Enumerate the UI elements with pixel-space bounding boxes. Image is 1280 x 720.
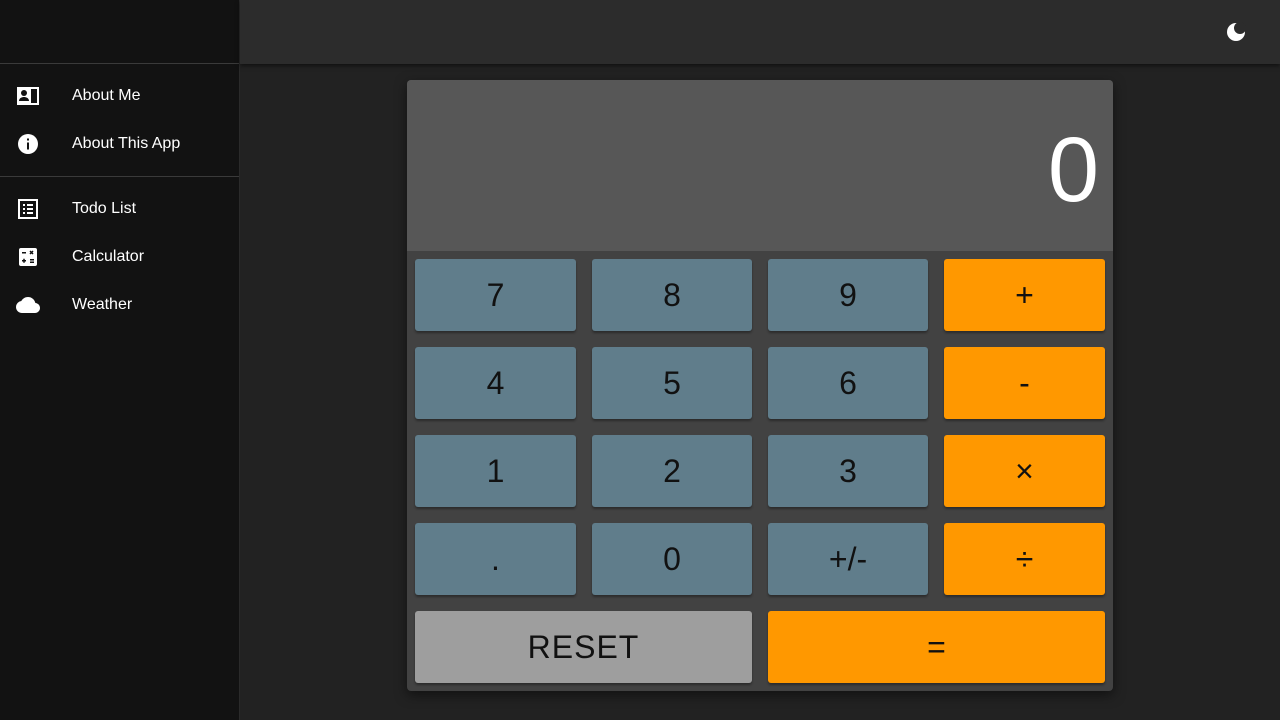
equals-button[interactable]: =: [768, 611, 1105, 683]
sidebar-item-todo-list[interactable]: Todo List: [0, 185, 239, 233]
key-0-button[interactable]: 0: [592, 523, 752, 595]
key-2-button[interactable]: 2: [592, 435, 752, 507]
sidebar-item-label: Todo List: [72, 200, 137, 217]
key-9-button[interactable]: 9: [768, 259, 928, 331]
info-icon: [16, 132, 40, 156]
key-4-button[interactable]: 4: [415, 347, 576, 419]
negate-button[interactable]: +/-: [768, 523, 928, 595]
key-1-button[interactable]: 1: [415, 435, 576, 507]
list-icon: [16, 197, 40, 221]
sidebar-item-calculator[interactable]: Calculator: [0, 233, 239, 281]
key-7-button[interactable]: 7: [415, 259, 576, 331]
calculator-icon: [16, 245, 40, 269]
sidebar-item-about-this-app[interactable]: About This App: [0, 120, 239, 168]
sidebar: About Me About This App Todo List Calcul…: [0, 0, 240, 720]
reset-button[interactable]: RESET: [415, 611, 752, 683]
app-bar: [240, 0, 1280, 64]
key-5-button[interactable]: 5: [592, 347, 752, 419]
sidebar-header: [0, 0, 239, 64]
nav-group-about: About Me About This App: [0, 64, 239, 176]
sidebar-item-label: Calculator: [72, 248, 145, 265]
decimal-point-button[interactable]: .: [415, 523, 576, 595]
key-3-button[interactable]: 3: [768, 435, 928, 507]
key-6-button[interactable]: 6: [768, 347, 928, 419]
calculator-keypad: 7 8 9 + 4 5 6 - 1 2 3 × . 0 +/- ÷ RESET …: [407, 251, 1113, 691]
contact-card-icon: [16, 84, 40, 108]
sidebar-item-label: About Me: [72, 87, 141, 104]
calculator-display: 0: [407, 80, 1113, 251]
key-8-button[interactable]: 8: [592, 259, 752, 331]
divide-button[interactable]: ÷: [944, 523, 1105, 595]
calculator: 0 7 8 9 + 4 5 6 - 1 2 3 × . 0 +/- ÷ RESE…: [407, 80, 1113, 691]
sidebar-item-weather[interactable]: Weather: [0, 281, 239, 329]
cloud-icon: [16, 293, 40, 317]
sidebar-item-label: About This App: [72, 135, 181, 152]
subtract-button[interactable]: -: [944, 347, 1105, 419]
sidebar-item-about-me[interactable]: About Me: [0, 72, 239, 120]
moon-icon: [1224, 22, 1248, 48]
nav-group-apps: Todo List Calculator Weather: [0, 176, 239, 337]
multiply-button[interactable]: ×: [944, 435, 1105, 507]
add-button[interactable]: +: [944, 259, 1105, 331]
sidebar-item-label: Weather: [72, 296, 133, 313]
theme-toggle-button[interactable]: [1224, 20, 1248, 44]
